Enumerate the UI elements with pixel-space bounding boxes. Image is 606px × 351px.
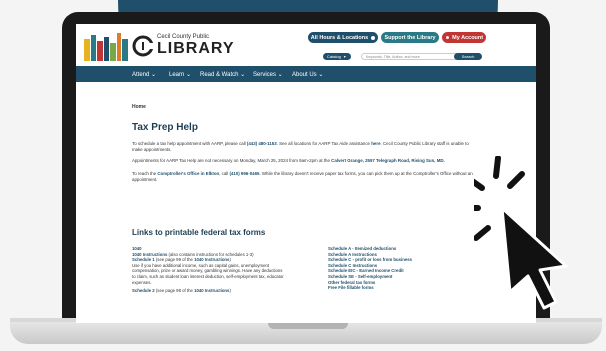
schedule-2-link[interactable]: Schedule 2 [132,288,155,293]
schedule-1-link[interactable]: Schedule 1 [132,257,155,262]
search-input[interactable]: Keywords, Title, Author, and more [361,53,461,60]
library-mark-icon [132,35,154,57]
pin-icon [371,35,376,40]
catalog-select[interactable]: Catalog ▾ [323,53,351,60]
support-library-button[interactable]: Support the Library [381,32,439,43]
intro-paragraph-1: To schedule a tax help appointment with … [132,141,469,152]
laptop-notch [268,322,348,329]
nav-attend[interactable]: Attend ⌄ [132,71,156,78]
search-button[interactable]: Search [454,53,482,60]
intro-paragraph-2: Appointments for AARP Tax Help are not n… [132,158,445,163]
page-title: Tax Prep Help [132,122,198,133]
grange-address-link[interactable]: Calvert Grange, 2557 Telegraph Road, Ris… [331,158,445,163]
links-heading: Links to printable federal tax forms [132,228,266,237]
main-nav: Attend ⌄ Learn ⌄ Read & Watch ⌄ Services… [76,66,536,82]
schedule-2-instructions-link[interactable]: 1040 Instructions [194,288,229,293]
search-button-label: Search [461,54,475,59]
hours-locations-button[interactable]: All Hours & Locations [308,32,378,43]
schedule-2-row: Schedule 2 (see page 98 of the 1040 Inst… [132,288,231,294]
chevron-down-icon: ▾ [343,54,346,59]
comptroller-phone-link[interactable]: (410) 996-0465 [229,171,259,176]
locations-here-link[interactable]: here [371,141,380,146]
hours-locations-label: All Hours & Locations [310,34,369,41]
right-forms-column: Schedule A - Itemized deductions Schedul… [328,246,498,291]
nav-services[interactable]: Services ⌄ [253,71,283,78]
click-cursor-icon [474,156,568,310]
schedule-1-desc-4: expenses. [132,279,152,285]
my-account-button[interactable]: ☻ My Account [442,32,486,43]
site-header: Cecil County Public LIBRARY All Hours & … [76,24,536,66]
nav-about-us[interactable]: About Us ⌄ [292,71,323,78]
schedule-1-instructions-link[interactable]: 1040 Instructions [194,257,229,262]
intro-paragraph-3: To reach the Comptroller's Office in Elk… [132,171,473,182]
form-1040-instructions-link[interactable]: 1040 Instructions [132,252,167,257]
search-placeholder: Keywords, Title, Author, and more [366,54,420,59]
logo-title[interactable]: LIBRARY [157,40,235,58]
user-icon: ☻ [444,34,451,41]
left-forms-column: 1040 1040 Instructions (also contains in… [132,246,322,294]
browser-screen: Cecil County Public LIBRARY All Hours & … [76,24,536,323]
comptroller-link[interactable]: Comptroller's Office in Elkton [157,171,219,176]
nav-read-watch[interactable]: Read & Watch ⌄ [200,71,245,78]
free-file-link[interactable]: Free File fillable forms [328,285,498,291]
aarp-phone-link[interactable]: (443) 480-1153 [247,141,277,146]
nav-learn[interactable]: Learn ⌄ [169,71,191,78]
breadcrumb[interactable]: Home [132,104,146,110]
support-library-label: Support the Library [384,34,436,41]
page-content: Home Tax Prep Help To schedule a tax hel… [76,82,536,323]
my-account-label: My Account [452,34,484,41]
catalog-label: Catalog [327,54,341,59]
